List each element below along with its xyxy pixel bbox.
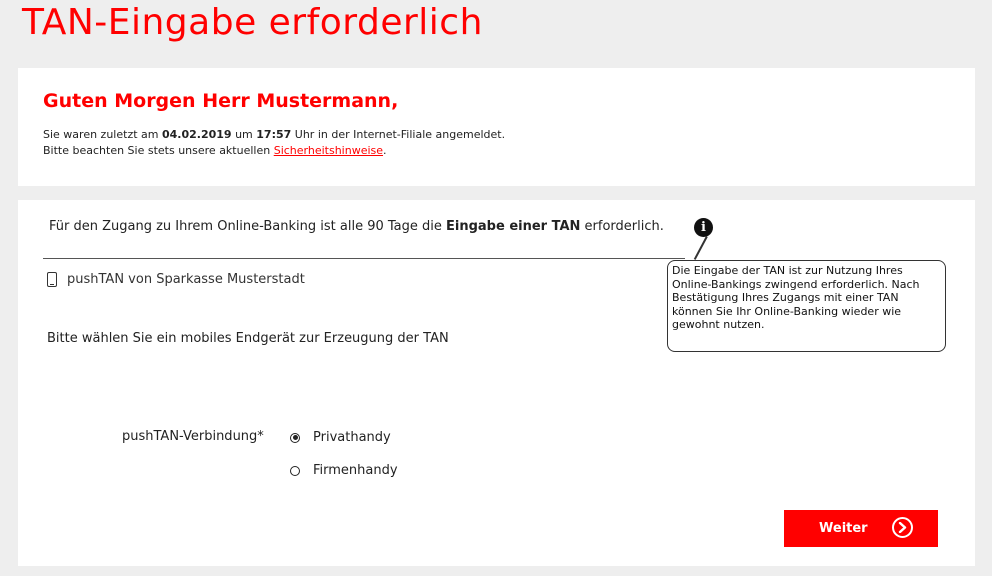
weiter-button[interactable]: Weiter — [784, 510, 938, 547]
radio-privathandy[interactable]: Privathandy — [290, 430, 391, 445]
pushtan-label: pushTAN von Sparkasse Musterstadt — [67, 271, 305, 287]
radio-circle-privathandy[interactable] — [290, 432, 300, 443]
last-login-text: Sie waren zuletzt am 04.02.2019 um 17:57… — [43, 128, 505, 141]
security-note: Bitte beachten Sie stets unsere aktuelle… — [43, 144, 387, 157]
pushtan-method: pushTAN von Sparkasse Musterstadt — [47, 270, 305, 288]
last-login-time: 17:57 — [256, 128, 292, 141]
greeting-title: Guten Morgen Herr Mustermann, — [43, 90, 399, 112]
intro-bold: Eingabe einer TAN — [446, 219, 581, 234]
security-link[interactable]: Sicherheitshinweise — [274, 144, 383, 157]
radio-selected-dot — [292, 435, 298, 440]
intro-prefix: Für den Zugang zu Ihrem Online-Banking i… — [49, 219, 447, 234]
radio-circle-firmenhandy[interactable] — [290, 465, 300, 476]
weiter-label[interactable]: Weiter — [819, 521, 868, 536]
greeting-card: Guten Morgen Herr Mustermann, Sie waren … — [18, 68, 975, 186]
select-device-text: Bitte wählen Sie ein mobiles Endgerät zu… — [47, 331, 449, 346]
connection-label: pushTAN-Verbindung* — [122, 429, 264, 444]
last-login-suffix: Uhr in der Internet-Filiale angemeldet. — [291, 128, 506, 141]
security-suffix: . — [383, 144, 387, 157]
radio-firmenhandy[interactable]: Firmenhandy — [290, 463, 398, 478]
chevron-right-circle-icon[interactable] — [892, 517, 913, 538]
last-login-date: 04.02.2019 — [161, 128, 232, 141]
tooltip-arrow — [693, 236, 708, 260]
intro-text: Für den Zugang zu Ihrem Online-Banking i… — [49, 219, 664, 234]
last-login-prefix: Sie waren zuletzt am — [43, 128, 162, 141]
tan-card: Für den Zugang zu Ihrem Online-Banking i… — [18, 200, 975, 566]
page-title: TAN-Eingabe erforderlich — [22, 2, 483, 43]
phone-icon — [47, 271, 57, 287]
info-tooltip: Die Eingabe der TAN ist zur Nutzung Ihre… — [667, 260, 946, 352]
intro-suffix: erforderlich. — [580, 219, 664, 234]
radio-label-firmenhandy[interactable]: Firmenhandy — [313, 463, 398, 478]
info-icon[interactable]: i — [694, 218, 713, 237]
divider — [43, 258, 685, 259]
radio-label-privathandy[interactable]: Privathandy — [313, 430, 391, 445]
security-prefix: Bitte beachten Sie stets unsere aktuelle… — [43, 144, 274, 157]
last-login-mid: um — [231, 128, 257, 141]
